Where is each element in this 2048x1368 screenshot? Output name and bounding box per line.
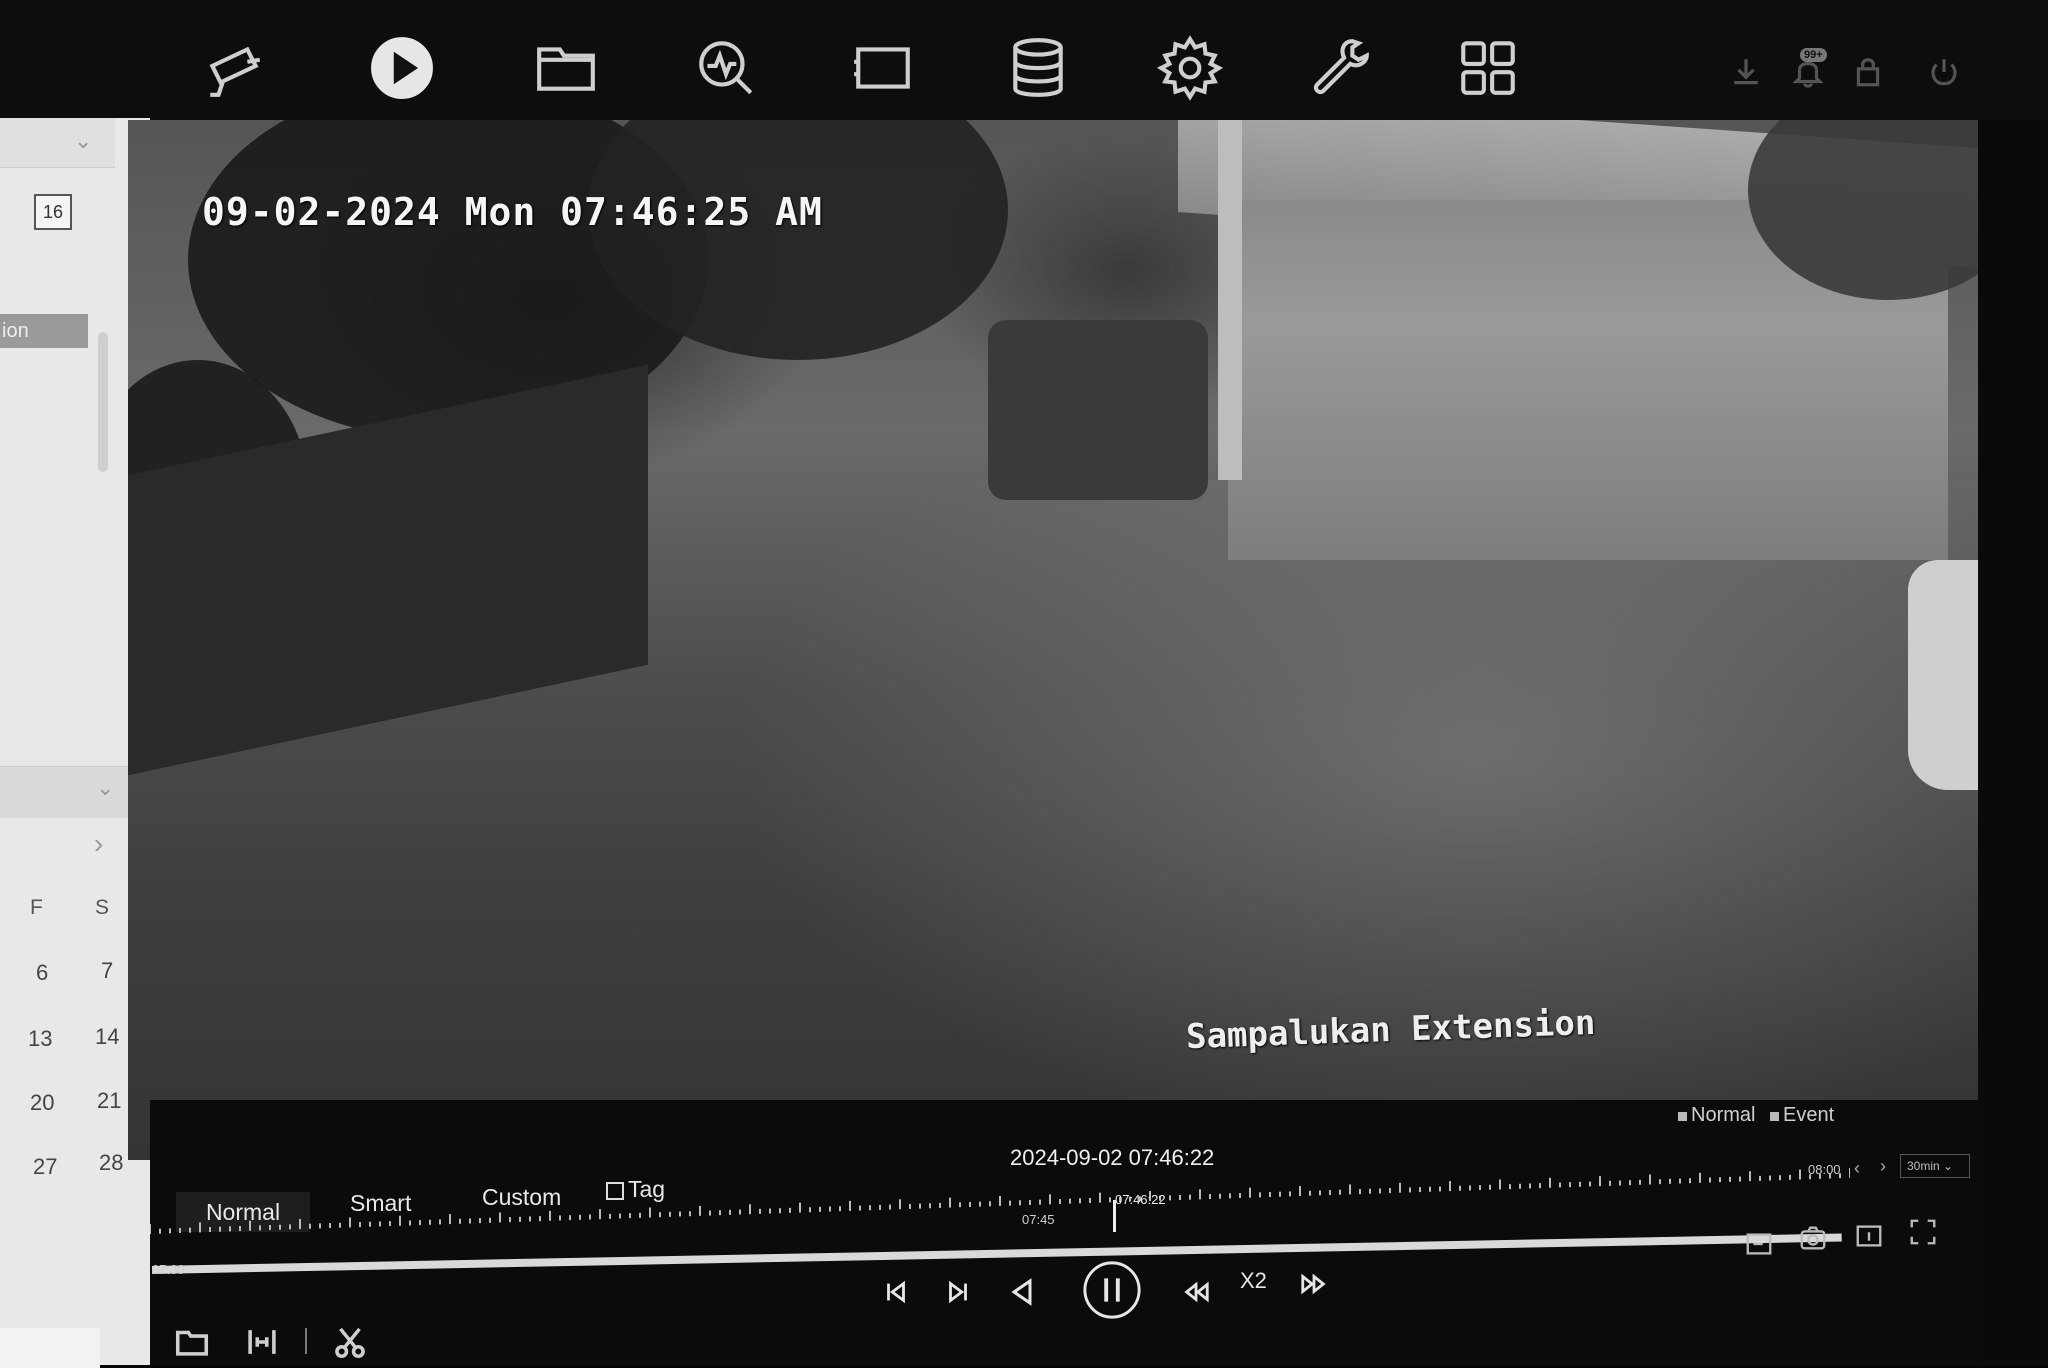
- wrench-icon[interactable]: [1300, 30, 1380, 105]
- calendar-day[interactable]: 14: [95, 1024, 119, 1050]
- camera-video-feed[interactable]: 09-02-2024 Mon 07:46:25 AM Sampalukan Ex…: [128, 120, 1978, 1160]
- parked-car: [1908, 560, 1978, 790]
- folder-icon[interactable]: [170, 1322, 214, 1362]
- osd-timestamp: 09-02-2024 Mon 07:46:25 AM: [202, 190, 823, 234]
- chevron-down-icon[interactable]: ⌄: [74, 128, 92, 154]
- reverse-play-button[interactable]: [1000, 1270, 1044, 1314]
- sidebar-scrollbar[interactable]: [98, 332, 108, 472]
- camera-icon[interactable]: [195, 30, 275, 105]
- power-icon[interactable]: [1924, 52, 1964, 92]
- sidebar-footer: [0, 1328, 100, 1368]
- next-frame-button[interactable]: [936, 1270, 980, 1314]
- screen-icon[interactable]: [843, 30, 923, 105]
- speed-up-button[interactable]: [1292, 1262, 1336, 1306]
- toolbar-divider: [305, 1328, 307, 1354]
- calendar-header-friday: F: [30, 896, 43, 919]
- legend-normal: Normal: [1678, 1104, 1755, 1127]
- download-icon[interactable]: [1726, 52, 1766, 92]
- calendar-day[interactable]: 28: [99, 1150, 123, 1176]
- scissors-icon[interactable]: [328, 1322, 372, 1362]
- sidebar-section-header[interactable]: ⌄: [0, 118, 115, 168]
- snapshot-icon[interactable]: [1796, 1222, 1830, 1254]
- legend-event: Event: [1770, 1104, 1834, 1127]
- calendar-day[interactable]: 27: [33, 1154, 57, 1180]
- calendar-day[interactable]: 13: [28, 1026, 52, 1052]
- timeline-cursor[interactable]: [1113, 1200, 1116, 1232]
- chevron-down-icon[interactable]: ⌄: [96, 775, 114, 801]
- lock-icon[interactable]: [1848, 52, 1888, 92]
- calendar-section-header[interactable]: ⌄: [0, 766, 130, 818]
- notification-badge: 99+: [1800, 48, 1827, 62]
- folder-icon[interactable]: [526, 30, 606, 105]
- sidebar-selected-item[interactable]: ion: [0, 314, 88, 348]
- chevron-right-icon[interactable]: ›: [94, 828, 103, 860]
- search-analytics-icon[interactable]: [686, 30, 766, 105]
- timeline-split-icon[interactable]: [240, 1322, 284, 1362]
- calendar-day[interactable]: 6: [36, 960, 48, 986]
- info-icon[interactable]: [1852, 1220, 1886, 1252]
- slow-down-button[interactable]: [1174, 1270, 1218, 1314]
- playback-speed: X2: [1240, 1268, 1267, 1293]
- utility-pole: [1218, 120, 1242, 480]
- grid-icon[interactable]: [1448, 30, 1528, 105]
- road-surface: [728, 480, 1978, 1160]
- timeline-prev-icon[interactable]: ‹: [1854, 1158, 1860, 1179]
- nvr-playback-screen: 99+ ⌄ 16 ion ⌄ › F S 6 7 13 14 20 21 27 …: [0, 0, 2048, 1368]
- timeline-cursor-time: 07:46:22: [1115, 1192, 1166, 1207]
- calendar-day-icon[interactable]: 16: [34, 194, 72, 230]
- tick-label: 08:00: [1808, 1162, 1841, 1177]
- clip-icon[interactable]: [1742, 1228, 1776, 1260]
- prev-frame-button[interactable]: [874, 1270, 918, 1314]
- calendar-day[interactable]: 20: [30, 1090, 54, 1116]
- calendar-day[interactable]: 7: [101, 958, 113, 984]
- gear-icon[interactable]: [1150, 30, 1230, 105]
- tick-label: 07:30: [152, 1262, 185, 1277]
- fullscreen-icon[interactable]: [1906, 1216, 1940, 1248]
- tick-label: 07:45: [1022, 1212, 1055, 1227]
- timeline-zoom-select[interactable]: 30min ⌄: [1900, 1154, 1970, 1178]
- database-icon[interactable]: [998, 30, 1078, 105]
- timeline-ticks[interactable]: [150, 1168, 1850, 1248]
- calendar-header-saturday: S: [95, 896, 110, 919]
- pause-button[interactable]: [1080, 1258, 1144, 1322]
- calendar-day[interactable]: 21: [97, 1088, 121, 1114]
- timeline-next-icon[interactable]: ›: [1880, 1156, 1886, 1177]
- playback-icon[interactable]: [362, 30, 442, 105]
- top-navigation-bar: 99+: [0, 0, 2048, 120]
- parked-car: [988, 320, 1208, 500]
